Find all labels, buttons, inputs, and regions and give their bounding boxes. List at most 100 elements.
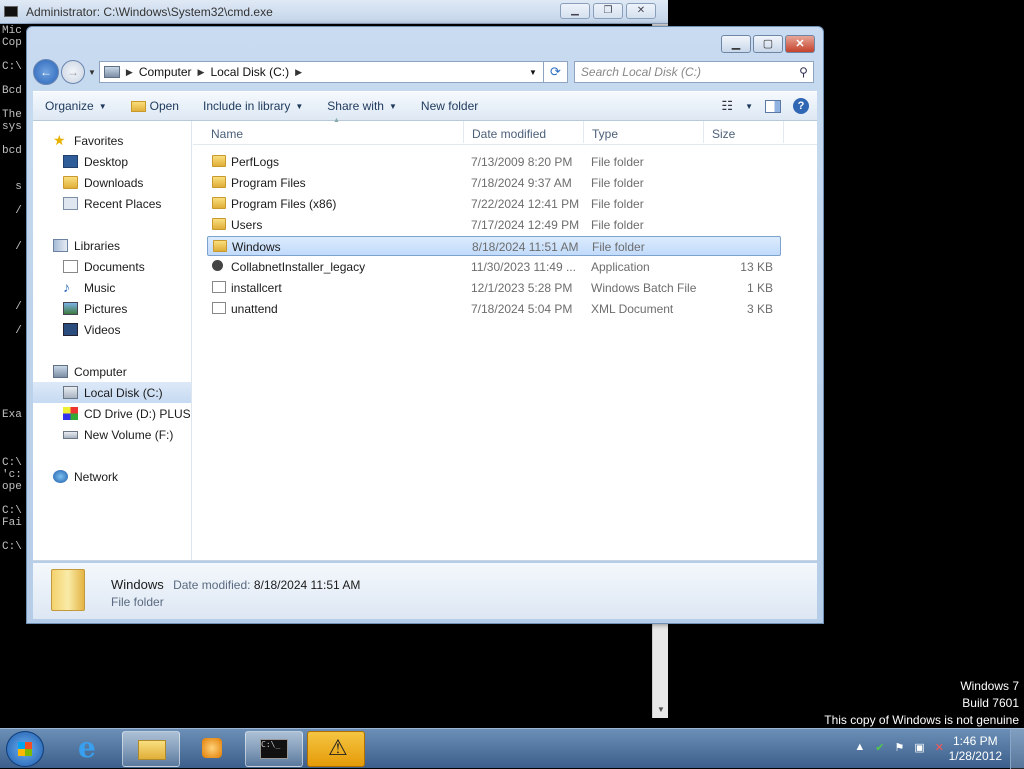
forward-button[interactable]: → [61,60,85,84]
search-input[interactable]: Search Local Disk (C:) ⚲ [573,61,814,83]
include-label: Include in library [202,99,291,113]
nav-desktop[interactable]: Desktop [33,151,191,172]
search-icon[interactable]: ⚲ [799,65,808,79]
command-bar: Organize ▼ Open Include in library ▼ Share… [33,91,817,121]
nav-favorites[interactable]: ★ Favorites [33,130,191,151]
taskbar-explorer[interactable] [122,731,180,767]
refresh-button[interactable]: ⟳ [543,61,568,83]
cmd-icon [4,6,18,17]
folder-large-icon [51,569,85,611]
file-date: 8/18/2024 11:51 AM [472,240,579,254]
show-hidden-icons[interactable]: ▲ [854,741,865,754]
warning-icon: ⚠ [328,735,348,760]
cmd-close-button[interactable]: ✕ [626,3,656,19]
file-row[interactable]: PerfLogs 7/13/2009 8:20 PM File folder [207,152,781,172]
nav-network[interactable]: Network [33,466,191,487]
nav-label: Desktop [84,154,129,169]
show-desktop-button[interactable] [1010,729,1024,769]
nav-label: Favorites [74,133,124,148]
folder-icon [213,240,227,252]
drive-icon [63,386,78,399]
nav-downloads[interactable]: Downloads [33,172,191,193]
breadcrumb-computer[interactable]: Computer [139,65,192,79]
close-button[interactable]: ✕ [785,35,815,53]
new-folder-label: New folder [420,99,479,113]
nav-music[interactable]: ♪ Music [33,277,191,298]
address-bar[interactable]: ▶ Computer ▶ Local Disk (C:) ▶ ▼ [98,61,544,83]
file-name: CollabnetInstaller_legacy [231,260,366,274]
organize-button[interactable]: Organize ▼ [45,99,107,113]
nav-documents[interactable]: Documents [33,256,191,277]
taskbar: e C:\_ ⚠ ▲ ✔ ⚑ ▣ ✕ 1:46 PM 1/28/2012 [0,728,1024,769]
new-folder-button[interactable]: New folder [421,99,478,113]
breadcrumb-local-disk[interactable]: Local Disk (C:) [210,65,289,79]
maximize-button[interactable]: ▢ [753,35,783,53]
recent-pages-dropdown[interactable]: ▼ [88,68,96,77]
desktop-icon [63,155,78,168]
minimize-button[interactable]: ▁ [721,35,751,53]
taskbar-cmd[interactable]: C:\_ [245,731,303,767]
nav-new-volume[interactable]: New Volume (F:) [33,424,191,445]
file-row[interactable]: Windows 8/18/2024 11:51 AM File folder [207,236,781,256]
details-pane: Windows Date modified: 8/18/2024 11:51 A… [33,563,817,619]
nav-pictures[interactable]: Pictures [33,298,191,319]
action-center-icon[interactable]: ✔ [875,741,884,754]
column-date[interactable]: Date modified [472,127,546,141]
view-options-icon[interactable]: ☷ [721,98,733,114]
cmd-maximize-button[interactable]: ❐ [593,3,623,19]
file-row[interactable]: CollabnetInstaller_legacy 11/30/2023 11:4… [207,257,781,277]
nav-label: Pictures [84,301,128,316]
file-row[interactable]: installcert 12/1/2023 5:28 PM Windows Batc… [207,278,781,298]
column-type[interactable]: Type [592,127,618,141]
address-dropdown-icon[interactable]: ▼ [523,68,543,77]
chevron-down-icon: ▼ [388,101,397,111]
cmd-minimize-button[interactable]: ▁ [560,3,590,19]
clock-date: 1/28/2012 [948,749,1002,763]
file-row[interactable]: Users 7/17/2024 12:49 PM File folder [207,215,781,235]
taskbar-media-player[interactable] [183,731,241,767]
nav-videos[interactable]: Videos [33,319,191,340]
file-date: 7/13/2009 8:20 PM [471,155,573,169]
watermark-line: Build 7601 [962,696,1019,710]
clock[interactable]: 1:46 PM 1/28/2012 [949,734,1002,764]
volume-muted-icon[interactable]: ✕ [935,741,944,754]
file-row[interactable]: Program Files 7/18/2024 9:37 AM File folde… [207,173,781,193]
nav-local-disk[interactable]: Local Disk (C:) [33,382,191,403]
folder-icon [212,197,226,209]
scroll-down-icon[interactable]: ▼ [657,705,665,714]
system-tray: ▲ ✔ ⚑ ▣ ✕ [854,741,944,754]
preview-pane-icon[interactable] [765,99,781,113]
view-dropdown-icon[interactable]: ▼ [745,102,753,111]
include-in-library-button[interactable]: Include in library ▼ [203,99,303,113]
file-row[interactable]: unattend 7/18/2024 5:04 PM XML Document 3 K… [207,299,781,319]
flag-icon[interactable]: ⚑ [895,741,905,754]
file-row[interactable]: Program Files (x86) 7/22/2024 12:41 PM Fil… [207,194,781,214]
nav-computer[interactable]: Computer [33,361,191,382]
nav-recent-places[interactable]: Recent Places [33,193,191,214]
back-button[interactable]: ← [33,59,59,85]
nav-libraries[interactable]: Libraries [33,235,191,256]
internet-explorer-icon: e [78,731,96,764]
network-tray-icon[interactable]: ▣ [914,741,924,754]
cd-drive-icon [63,407,78,420]
column-size[interactable]: Size [712,127,735,141]
cmd-icon: C:\_ [260,739,288,759]
file-date: 7/17/2024 12:49 PM [471,218,580,232]
file-name: unattend [231,302,278,316]
details-type: File folder [111,595,164,609]
share-with-button[interactable]: Share with ▼ [327,99,397,113]
clock-time: 1:46 PM [952,734,998,748]
start-button[interactable] [6,731,44,767]
navigation-pane: ★ Favorites Desktop Downloads Recent Plac… [33,121,192,560]
open-button[interactable]: Open [130,99,179,113]
nav-label: Local Disk (C:) [84,385,163,400]
taskbar-warning-app[interactable]: ⚠ [307,731,365,767]
folder-icon [212,218,226,230]
explorer-window[interactable]: ▁ ▢ ✕ ← → ▼ ▶ Computer ▶ Local Disk (C:)… [26,26,824,624]
help-icon[interactable]: ? [793,98,809,114]
column-name[interactable]: Name [211,127,243,141]
file-size: 1 KB [746,281,773,295]
nav-cd-drive[interactable]: CD Drive (D:) PLUS9( [33,403,191,424]
taskbar-ie[interactable]: e [62,731,120,767]
nav-label: Libraries [74,238,121,253]
